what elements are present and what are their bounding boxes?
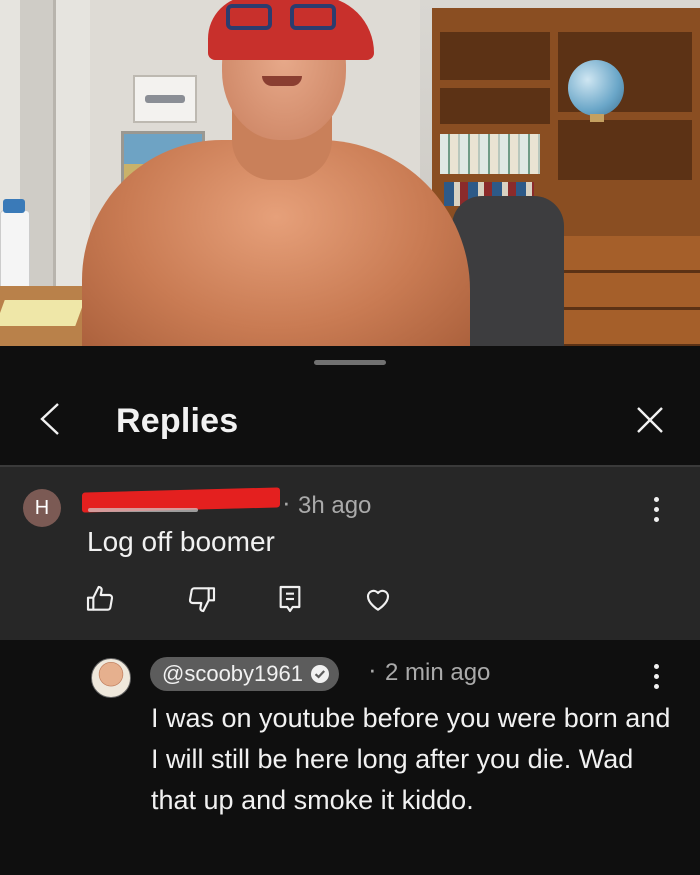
video-player[interactable] bbox=[0, 0, 700, 346]
close-icon[interactable] bbox=[634, 404, 666, 436]
glasses bbox=[226, 4, 336, 32]
mouth bbox=[262, 76, 302, 86]
separator-dot: · bbox=[368, 654, 377, 684]
comment-text: Log off boomer bbox=[87, 526, 275, 557]
paper bbox=[0, 300, 85, 326]
comment-timestamp: 3h ago bbox=[298, 492, 372, 519]
comment-text: I was on youtube before you were born an… bbox=[151, 703, 671, 815]
comment-author: @scooby1961 bbox=[162, 661, 303, 686]
creator-handle-badge[interactable]: @scooby1961 bbox=[150, 657, 339, 691]
books bbox=[440, 134, 540, 174]
verified-check-icon bbox=[310, 665, 329, 683]
avatar[interactable]: H bbox=[23, 489, 61, 527]
page-title: Replies bbox=[116, 402, 239, 440]
heart-icon[interactable] bbox=[362, 583, 394, 615]
separator-dot: · bbox=[282, 487, 291, 517]
globe bbox=[568, 60, 624, 116]
dislike-icon[interactable] bbox=[186, 583, 218, 615]
redacted-username-trace bbox=[88, 508, 198, 512]
reply-comment: @scooby1961 · 2 min ago I was on youtube… bbox=[0, 640, 700, 875]
comment-timestamp: 2 min ago bbox=[385, 659, 491, 686]
globe-stand bbox=[590, 114, 604, 122]
like-icon[interactable] bbox=[84, 583, 116, 615]
chevron-left-icon[interactable] bbox=[36, 401, 68, 437]
drag-handle[interactable] bbox=[314, 360, 386, 365]
reply-icon[interactable] bbox=[274, 583, 306, 615]
more-vert-icon[interactable] bbox=[651, 664, 661, 692]
avatar[interactable] bbox=[91, 658, 131, 698]
panel-header: Replies bbox=[0, 394, 700, 448]
parent-comment: H · 3h ago Log off boomer bbox=[0, 467, 700, 640]
replies-panel: Replies H · 3h ago Log off boomer @scoob… bbox=[0, 346, 700, 875]
more-vert-icon[interactable] bbox=[651, 497, 661, 525]
drawers bbox=[558, 236, 700, 346]
wall-picture bbox=[133, 75, 197, 123]
